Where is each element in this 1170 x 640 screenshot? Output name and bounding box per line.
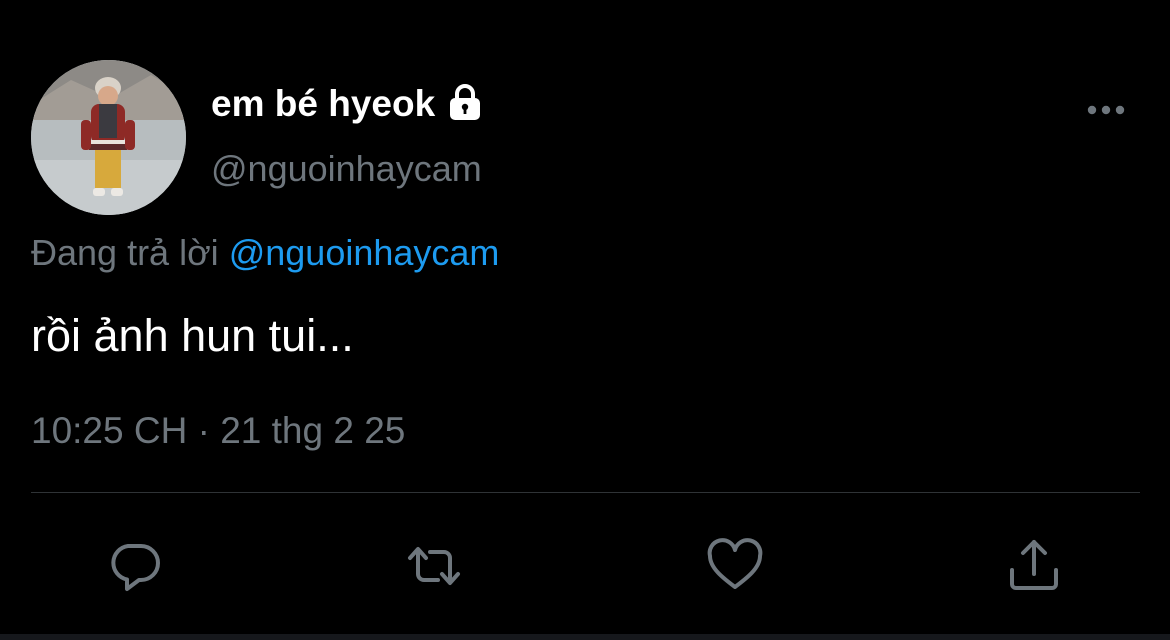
display-name[interactable]: em bé hyeok bbox=[211, 83, 435, 125]
reply-icon bbox=[111, 544, 160, 591]
tweet-timestamp[interactable]: 10:25 CH · 21 thg 2 25 bbox=[31, 410, 405, 452]
avatar[interactable] bbox=[31, 60, 186, 215]
lock-icon bbox=[445, 82, 485, 122]
display-name-row: em bé hyeok bbox=[211, 82, 485, 126]
reply-mention-link[interactable]: @nguoinhaycam bbox=[229, 232, 500, 273]
like-button[interactable] bbox=[705, 536, 765, 596]
share-button[interactable] bbox=[1004, 536, 1064, 596]
user-handle[interactable]: @nguoinhaycam bbox=[211, 148, 482, 190]
more-options-button[interactable] bbox=[1083, 94, 1129, 126]
tweet-text: rồi ảnh hun tui... bbox=[31, 310, 354, 361]
reply-prefix: Đang trả lời bbox=[31, 232, 219, 273]
heart-icon bbox=[707, 538, 763, 589]
reply-button[interactable] bbox=[105, 536, 165, 596]
retweet-button[interactable] bbox=[404, 536, 464, 596]
avatar-photo bbox=[31, 60, 186, 215]
share-icon bbox=[1010, 540, 1058, 590]
reply-context: Đang trả lời @nguoinhaycam bbox=[31, 232, 499, 274]
tweet-detail: em bé hyeok @nguoinhaycam Đang trả lời @… bbox=[0, 0, 1170, 640]
more-options-icon bbox=[1087, 105, 1125, 115]
divider bbox=[31, 492, 1140, 493]
bottom-edge bbox=[0, 634, 1170, 640]
retweet-icon bbox=[408, 547, 460, 585]
